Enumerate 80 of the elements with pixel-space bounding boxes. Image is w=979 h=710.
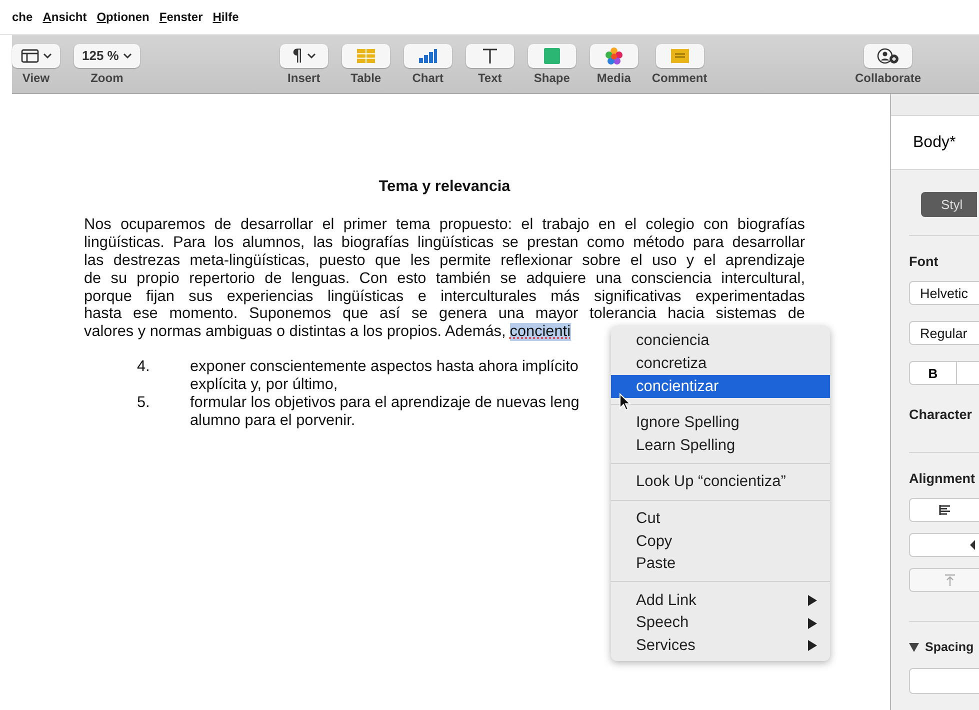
menu-item[interactable]: Hilfe [212,10,239,24]
list-item-line: exponer conscientemente aspectos hasta ahora implícito [190,358,578,376]
paragraph-line: Nos ocuparemos de desarrollar el primer tema propuesto: el trabajo en el colegio con biografías [84,216,805,234]
font-style-popup[interactable]: Regular [909,321,979,345]
comment-icon [670,48,689,62]
square-icon [544,48,560,64]
paragraph-line: valores y normas ambiguas o distintas a los propios. Además, [84,323,506,342]
view-button[interactable] [12,44,60,68]
menu-item[interactable]: Cut [611,508,830,530]
menu-item[interactable]: Ansicht [42,10,87,24]
paragraph-style-name[interactable]: Body* [913,134,956,152]
pointer-icon [619,393,631,411]
list-number: 5. [136,394,151,414]
list-item-line: alumno para el porvenir. [190,412,356,430]
menu-item[interactable]: Ignore Spelling [611,412,830,434]
menu-item[interactable]: Fenster [159,10,203,24]
tool-label: Zoom [90,70,124,84]
flower-icon [604,46,623,64]
menu-item[interactable]: Services [611,634,830,658]
align-top-icon [944,574,956,586]
paragraph-line: hasta ese momento. Suponemos que así se genera una mayor tolerancia hacia sistemas de [84,305,805,324]
submenu-arrow-icon [808,618,817,629]
tool-label: Insert [288,70,320,84]
tool-label: Collaborate [854,70,921,84]
tool-label: Text [478,70,502,84]
text-button[interactable] [466,44,514,68]
disclosure-triangle-icon[interactable] [909,642,919,652]
section-heading: Spacing [925,640,974,654]
menu-item[interactable]: concientizar [611,375,830,398]
caret-icon [122,52,132,58]
text-icon [482,48,498,64]
caret-icon [42,52,52,58]
tool-label: View [22,70,50,84]
font-family-popup[interactable]: Helvetic [909,281,979,305]
menu-item[interactable]: Optionen [96,10,150,24]
comment-button[interactable] [656,44,704,68]
chart-button[interactable] [404,44,452,68]
tool-label: Table [350,70,382,84]
menu-item[interactable]: concretiza [611,352,830,376]
menu-item[interactable]: Paste [611,552,830,576]
shape-button[interactable] [528,44,576,68]
tool-label: Media [596,70,631,84]
tool-label: Chart [412,70,444,84]
menu-item[interactable]: Look Up “concientiza” [611,470,830,494]
collaborate-button[interactable] [864,44,912,68]
heading: Tema y relevancia [378,178,512,196]
layout-icon [20,48,38,62]
paragraph-line: de su propio repertorio de lenguas. Con esto también se adquiere una consciencia intercultural, [84,270,805,288]
tool-label: Comment [652,70,708,84]
bold-button[interactable]: B [909,361,957,385]
paragraph-line: porque fijan sus experiencias lingüísticas e interculturales más significativas experimentadas [84,288,805,306]
submenu-arrow-icon [808,595,817,606]
align-left-icon [939,505,951,515]
menu-item[interactable]: conciencia [611,330,830,353]
list-item-line: explícita y, por último, [190,376,339,394]
align-left-button[interactable] [909,498,979,522]
zoom-button[interactable]: 125 % [74,44,140,68]
insert-button[interactable]: ¶ [280,44,328,68]
caret-icon [306,52,316,58]
list-number: 4. [136,358,151,378]
paragraph-line: lingüísticas. Para los alumnos, las biografías lingüísticas se prestan como método para desarrollar [84,234,805,252]
bar-chart-icon [418,48,437,62]
style-tab[interactable]: Styl [921,192,977,217]
menu-item[interactable]: Learn Spelling [611,434,830,457]
paragraph-line: las destrezas meta-lingüísticas, puesto que les permite reflexionar sobre el uso y el aprendizaje [84,252,805,270]
tool-label: Shape [534,70,570,84]
indent-icon [970,540,976,550]
section-heading: Alignment [909,471,975,486]
list-item-line: formular los objetivos para el aprendizaje de nuevas leng [190,394,580,412]
misspelled-word: concienti [510,323,570,342]
menu-item[interactable]: che [12,10,33,24]
section-heading: Font [909,254,938,269]
submenu-arrow-icon [808,640,817,652]
person-add-icon [876,48,899,64]
menu-item[interactable]: Speech [611,612,830,635]
section-heading: Character [909,407,972,422]
table-icon [356,48,375,62]
menu-item[interactable]: Copy [611,530,830,553]
menu-item[interactable]: Add Link [611,589,830,612]
media-button[interactable] [590,44,638,68]
